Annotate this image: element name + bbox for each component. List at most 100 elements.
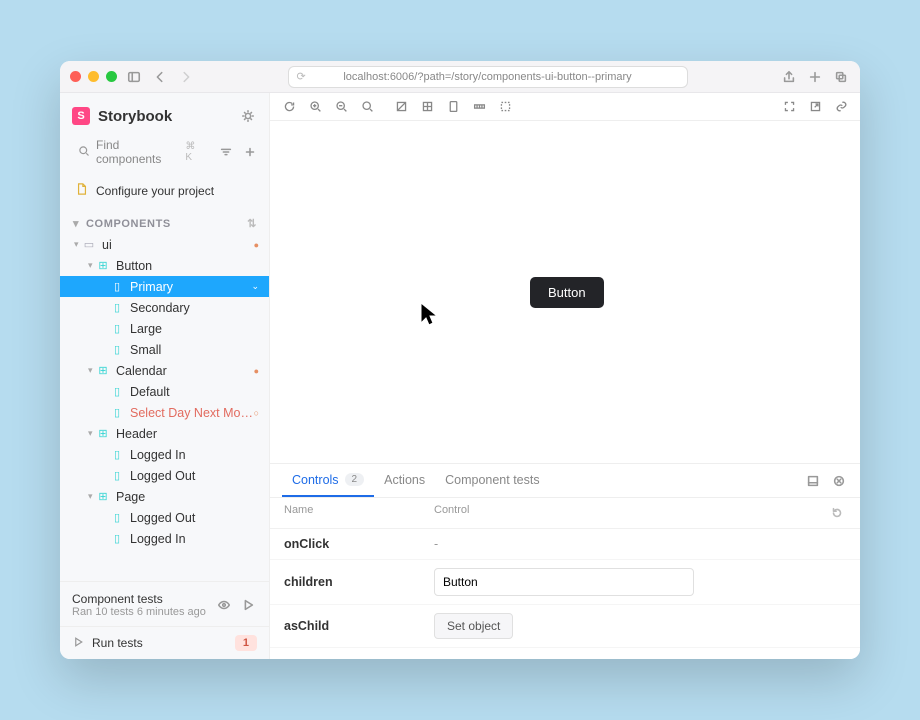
- story-icon: ▯: [110, 532, 124, 545]
- controls-header-control: Control: [434, 504, 828, 522]
- maximize-window-button[interactable]: [106, 71, 117, 82]
- failing-count-badge: 1: [235, 635, 257, 651]
- configure-project-link[interactable]: Configure your project: [60, 175, 269, 213]
- tree-story-button-small[interactable]: ▯Small: [60, 339, 269, 360]
- controls-header-row: Name Control: [270, 498, 860, 529]
- zoom-reset-icon[interactable]: [358, 98, 376, 116]
- tab-component-tests[interactable]: Component tests: [435, 464, 550, 497]
- safari-window: ⟳ localhost:6006/?path=/story/components…: [60, 61, 860, 659]
- storybook-sidebar: S Storybook Find components ⌘ K Configur…: [60, 93, 270, 659]
- control-row-aschild: asChild Set object: [270, 605, 860, 648]
- story-icon: ▯: [110, 469, 124, 482]
- story-icon: ▯: [110, 322, 124, 335]
- tree-story-button-primary[interactable]: ▯Primary⌄: [60, 276, 269, 297]
- traffic-lights: [70, 71, 117, 82]
- open-new-tab-icon[interactable]: [806, 98, 824, 116]
- tree-component-button[interactable]: ▾⊞Button: [60, 255, 269, 276]
- search-placeholder: Find components: [96, 138, 179, 166]
- nav-back-icon[interactable]: [151, 68, 169, 86]
- share-icon[interactable]: [780, 68, 798, 86]
- filter-icon[interactable]: [217, 143, 235, 161]
- story-icon: ▯: [110, 406, 124, 419]
- explorer-tree: ▾▭ui● ▾⊞Button ▯Primary⌄ ▯Secondary ▯Lar…: [60, 234, 269, 555]
- controls-header-name: Name: [284, 504, 434, 522]
- run-tests-button[interactable]: Run tests 1: [60, 626, 269, 659]
- reset-controls-icon[interactable]: [828, 504, 846, 522]
- panel-tabs: Controls2 Actions Component tests: [270, 464, 860, 498]
- component-icon: ⊞: [96, 490, 110, 503]
- control-row-children: children: [270, 560, 860, 605]
- tree-story-header-logged-out[interactable]: ▯Logged Out: [60, 465, 269, 486]
- story-icon: ▯: [110, 448, 124, 461]
- tree-story-page-logged-out[interactable]: ▯Logged Out: [60, 507, 269, 528]
- story-icon: ▯: [110, 511, 124, 524]
- children-input[interactable]: [434, 568, 694, 596]
- tree-story-page-logged-in[interactable]: ▯Logged In: [60, 528, 269, 549]
- minimize-window-button[interactable]: [88, 71, 99, 82]
- play-icon: [72, 636, 84, 651]
- search-shortcut: ⌘ K: [185, 141, 203, 163]
- tree-story-button-large[interactable]: ▯Large: [60, 318, 269, 339]
- tree-story-calendar-default[interactable]: ▯Default: [60, 381, 269, 402]
- tab-controls[interactable]: Controls2: [282, 464, 374, 497]
- zoom-out-icon[interactable]: [332, 98, 350, 116]
- search-input[interactable]: Find components ⌘ K: [70, 139, 211, 165]
- tree-component-calendar[interactable]: ▾⊞Calendar●: [60, 360, 269, 381]
- search-icon: [78, 145, 90, 160]
- set-object-button[interactable]: Set object: [434, 613, 513, 639]
- watch-icon[interactable]: [215, 596, 233, 614]
- folder-icon: ▭: [82, 238, 96, 251]
- viewport-icon[interactable]: [444, 98, 462, 116]
- tabs-overview-icon[interactable]: [832, 68, 850, 86]
- url-bar[interactable]: ⟳ localhost:6006/?path=/story/components…: [288, 66, 688, 88]
- browser-title-bar: ⟳ localhost:6006/?path=/story/components…: [60, 61, 860, 93]
- brand-row: S Storybook: [60, 93, 269, 139]
- addons-panel: Controls2 Actions Component tests Name C…: [270, 463, 860, 659]
- theme-toggle-icon[interactable]: [239, 107, 257, 125]
- search-row: Find components ⌘ K: [60, 139, 269, 175]
- brand-name: Storybook: [98, 108, 172, 125]
- url-text: localhost:6006/?path=/story/components-u…: [343, 71, 631, 83]
- play-icon[interactable]: [239, 596, 257, 614]
- zoom-in-icon[interactable]: [306, 98, 324, 116]
- components-section-header[interactable]: ▾ COMPONENTS ⇅: [60, 213, 269, 234]
- component-icon: ⊞: [96, 259, 110, 272]
- sidebar-toggle-icon[interactable]: [125, 68, 143, 86]
- document-icon: [76, 182, 88, 199]
- add-icon[interactable]: [241, 143, 259, 161]
- cursor-icon: [419, 301, 441, 332]
- outline-icon[interactable]: [496, 98, 514, 116]
- chevron-down-icon: ▾: [72, 217, 80, 230]
- grid-icon[interactable]: [418, 98, 436, 116]
- onclick-value: -: [434, 537, 846, 551]
- copy-link-icon[interactable]: [832, 98, 850, 116]
- tree-component-page[interactable]: ▾⊞Page: [60, 486, 269, 507]
- tree-story-button-secondary[interactable]: ▯Secondary: [60, 297, 269, 318]
- control-row-onclick: onClick -: [270, 529, 860, 560]
- new-tab-icon[interactable]: [806, 68, 824, 86]
- story-icon: ▯: [110, 301, 124, 314]
- story-icon: ▯: [110, 385, 124, 398]
- tree-story-header-logged-in[interactable]: ▯Logged In: [60, 444, 269, 465]
- lock-icon: ⟳: [297, 70, 306, 83]
- preview-button[interactable]: Button: [530, 277, 604, 308]
- collapse-icon[interactable]: ⇅: [247, 217, 257, 230]
- background-icon[interactable]: [392, 98, 410, 116]
- fullscreen-icon[interactable]: [780, 98, 798, 116]
- preview-canvas: Button: [270, 121, 860, 463]
- tree-folder-ui[interactable]: ▾▭ui●: [60, 234, 269, 255]
- panel-position-icon[interactable]: [804, 472, 822, 490]
- story-icon: ▯: [110, 280, 124, 293]
- remount-icon[interactable]: [280, 98, 298, 116]
- close-window-button[interactable]: [70, 71, 81, 82]
- tree-story-calendar-select-day[interactable]: ▯Select Day Next Month○: [60, 402, 269, 423]
- component-tests-meta: Ran 10 tests 6 minutes ago: [72, 606, 206, 618]
- component-icon: ⊞: [96, 427, 110, 440]
- tab-actions[interactable]: Actions: [374, 464, 435, 497]
- component-tests-block: Component tests Ran 10 tests 6 minutes a…: [60, 582, 269, 626]
- panel-close-icon[interactable]: [830, 472, 848, 490]
- tree-component-header[interactable]: ▾⊞Header: [60, 423, 269, 444]
- nav-forward-icon[interactable]: [177, 68, 195, 86]
- preview-toolbar: [270, 93, 860, 121]
- measure-icon[interactable]: [470, 98, 488, 116]
